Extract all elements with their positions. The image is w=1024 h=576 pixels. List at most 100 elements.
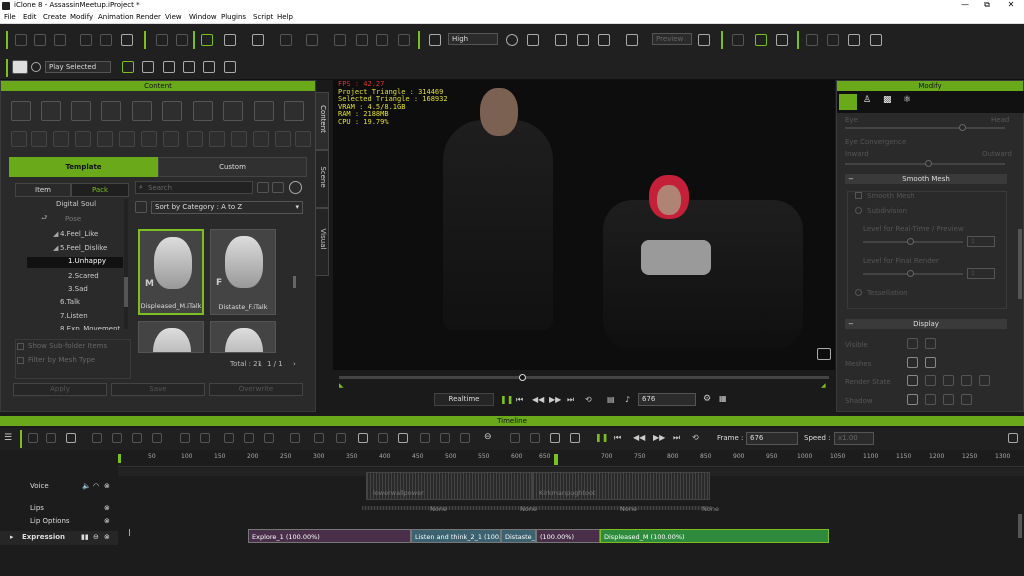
walk-path-icon[interactable] — [142, 61, 154, 73]
menu-animation[interactable]: Animation — [98, 13, 134, 21]
group-icon[interactable] — [203, 61, 215, 73]
animation-icon[interactable]: ♙ — [863, 95, 871, 105]
side-tab-scene[interactable]: Scene — [315, 150, 329, 208]
move-icon[interactable] — [224, 34, 236, 46]
speed-dropdown[interactable]: x1.00 — [834, 432, 874, 445]
menu-modify[interactable]: Modify — [70, 13, 93, 21]
eye-convergence-slider[interactable] — [845, 160, 1005, 167]
start-marker-icon[interactable]: ◣ — [339, 382, 344, 389]
zoom-out-icon[interactable]: ⊖ — [484, 432, 492, 442]
path-icon[interactable] — [732, 34, 744, 46]
expand-track-icon[interactable]: ▸ — [10, 533, 14, 541]
track-list-icon[interactable]: ☰ — [4, 433, 12, 443]
render-state-icon[interactable] — [979, 375, 990, 386]
timeline-tool-icon[interactable] — [264, 433, 274, 443]
tree-item-unhappy[interactable]: 1.Unhappy — [27, 257, 123, 268]
viewport-chat-icon[interactable] — [817, 348, 831, 360]
timeline-tool-icon[interactable] — [398, 433, 408, 443]
timeline-tool-icon[interactable] — [290, 433, 300, 443]
timeline-tool-icon[interactable] — [92, 433, 102, 443]
female-character[interactable] — [603, 200, 803, 350]
new-project-icon[interactable] — [15, 34, 27, 46]
timeline-pause-icon[interactable]: ❚❚ — [595, 433, 608, 442]
timeline-frame-input[interactable]: 676 — [746, 432, 798, 445]
save-icon[interactable] — [54, 34, 66, 46]
content-subcategory-icon[interactable] — [119, 131, 135, 147]
mesh-hide-icon[interactable] — [925, 357, 936, 368]
timeline-next-icon[interactable]: ▶▶ — [653, 433, 665, 442]
track-close-icon[interactable]: ⊗ — [104, 504, 110, 512]
smooth-mesh-section[interactable]: − Smooth Mesh — [845, 174, 1007, 184]
eye-head-slider[interactable] — [845, 124, 1005, 131]
level-final-slider[interactable] — [863, 270, 963, 277]
timeline-start-icon[interactable]: ⏮ — [614, 433, 621, 443]
previous-frame-icon[interactable]: ◀◀ — [532, 395, 544, 404]
level-realtime-slider[interactable] — [863, 238, 963, 245]
visible-toggle-icon[interactable] — [907, 338, 918, 349]
tree-item-listen[interactable]: 7.Listen — [60, 312, 88, 320]
timeline-tool-icon[interactable] — [530, 433, 540, 443]
go-to-start-icon[interactable]: ⏮ — [516, 395, 523, 405]
thumbnail-displeased[interactable]: M Displeased_M.iTalk — [138, 229, 204, 315]
flag-icon[interactable] — [806, 34, 818, 46]
track-close-icon[interactable]: ⊗ — [104, 482, 110, 490]
filter-icon[interactable] — [257, 182, 269, 193]
render-state-icon[interactable] — [907, 375, 918, 386]
play-selected-dropdown[interactable]: Play Selected — [45, 61, 111, 73]
render-state-icon[interactable] — [943, 375, 954, 386]
timeline-loop-icon[interactable]: ⟲ — [692, 433, 699, 442]
import-icon[interactable] — [80, 34, 92, 46]
align-icon[interactable] — [334, 34, 346, 46]
content-category-icon[interactable] — [193, 101, 213, 121]
track-expression[interactable]: ▸ Expression ▮▮ ⊖ ⊗ — [0, 531, 118, 545]
level-final-input[interactable]: 1 — [967, 268, 995, 279]
content-category-icon[interactable] — [223, 101, 243, 121]
side-tab-visual[interactable]: Visual — [315, 208, 329, 276]
thumbnail-item[interactable] — [210, 321, 276, 353]
track-toggle-icon[interactable]: ⊖ — [93, 533, 99, 541]
tessellation-radio[interactable] — [855, 289, 862, 296]
playhead[interactable] — [554, 454, 558, 465]
subtab-item[interactable]: Item — [15, 183, 71, 197]
shadow-icon[interactable] — [943, 394, 954, 405]
render-state-icon[interactable] — [961, 375, 972, 386]
menu-create[interactable]: Create — [43, 13, 66, 21]
preview-dropdown[interactable]: Preview — [652, 33, 692, 45]
minimize-button[interactable]: — — [955, 0, 975, 9]
save-button[interactable]: Save — [111, 383, 205, 396]
view-mode-icon[interactable] — [272, 182, 284, 193]
page-next-icon[interactable]: › — [293, 360, 296, 368]
content-subcategory-icon[interactable] — [75, 131, 91, 147]
timeline-tool-icon[interactable] — [244, 433, 254, 443]
tree-item-sad[interactable]: 3.Sad — [68, 285, 88, 293]
timeline-tool-icon[interactable] — [224, 433, 234, 443]
timeline-tool-icon[interactable] — [550, 433, 560, 443]
undo-icon[interactable] — [156, 34, 168, 46]
page-prev-icon[interactable]: ‹ — [258, 360, 261, 368]
timeline-tool-icon[interactable] — [200, 433, 210, 443]
smooth-mesh-checkbox[interactable] — [855, 192, 862, 199]
frame-ruler[interactable]: 50 100 150 200 250 300 350 400 450 500 5… — [118, 453, 1024, 467]
video-camera-icon[interactable] — [698, 34, 710, 46]
content-subcategory-icon[interactable] — [253, 131, 269, 147]
menu-script[interactable]: Script — [253, 13, 273, 21]
content-category-icon[interactable] — [162, 101, 182, 121]
subtitle-icon[interactable]: ▤ — [607, 395, 615, 404]
content-category-icon[interactable] — [132, 101, 152, 121]
content-category-icon[interactable] — [41, 101, 61, 121]
content-subcategory-icon[interactable] — [275, 131, 291, 147]
drop-to-floor-icon[interactable] — [398, 34, 410, 46]
realtime-button[interactable]: Realtime — [434, 393, 494, 406]
end-marker-icon[interactable]: ◢ — [821, 382, 826, 389]
track-close-icon[interactable]: ⊗ — [104, 517, 110, 525]
tree-item-exp-movement[interactable]: 8.Exp_Movement — [60, 325, 120, 330]
link-icon[interactable] — [376, 34, 388, 46]
timeline-tool-icon[interactable] — [46, 433, 56, 443]
timeline-tool-icon[interactable] — [378, 433, 388, 443]
tree-item-scared[interactable]: 2.Scared — [68, 272, 99, 280]
display-section[interactable]: − Display — [845, 319, 1007, 329]
filter-mesh-checkbox[interactable] — [17, 357, 24, 364]
export-icon[interactable] — [100, 34, 112, 46]
content-subcategory-icon[interactable] — [97, 131, 113, 147]
tab-custom[interactable]: Custom — [158, 157, 307, 177]
